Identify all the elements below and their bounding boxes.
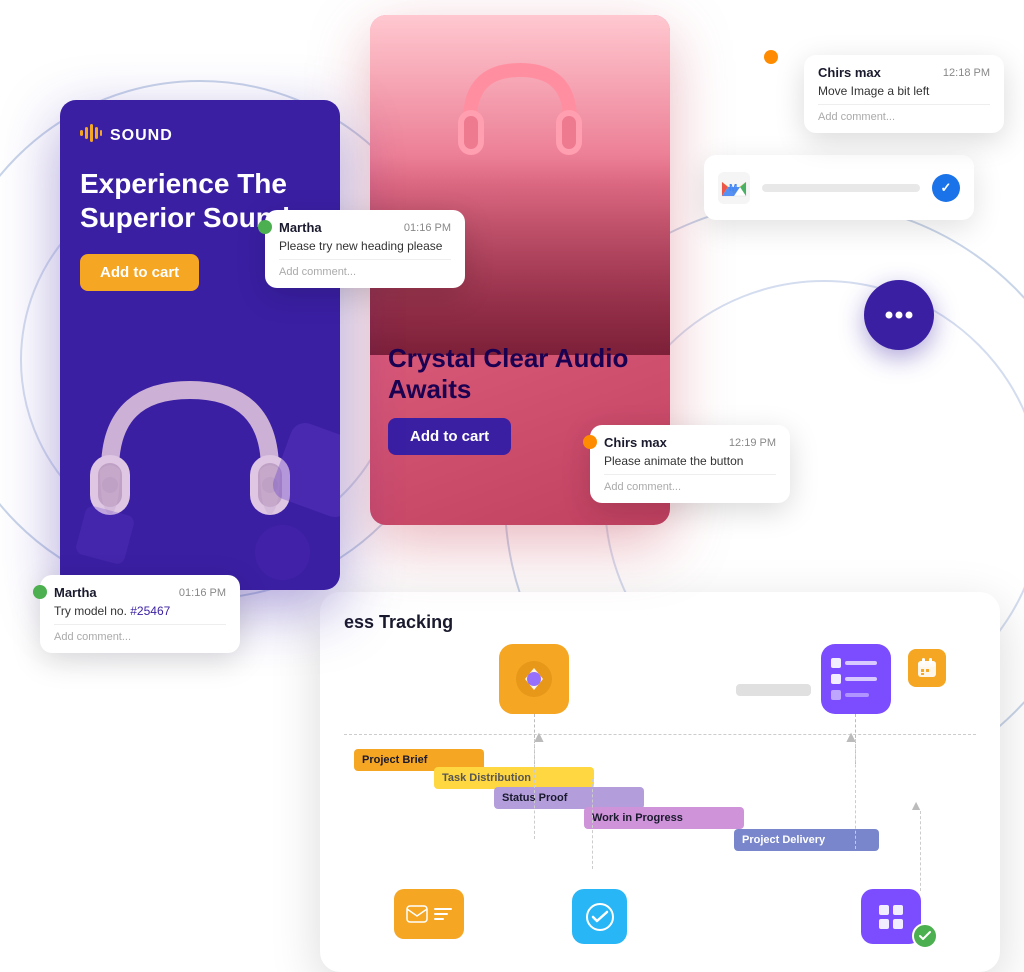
comment-text: Try model no. #25467	[54, 604, 226, 618]
left-card-shape2	[255, 525, 310, 580]
gantt-dashed-v3	[592, 779, 593, 869]
gray-bar	[736, 684, 811, 696]
timeline-container: ▲ ▲ ▲ ▲ Project Brief Task Distribution …	[344, 649, 976, 949]
center-card-person-area	[370, 15, 670, 355]
center-add-to-cart-button[interactable]: Add to cart	[388, 418, 511, 455]
gantt-row-work-in-progress: Work in Progress	[584, 807, 744, 829]
gantt-dashed-v4	[920, 811, 921, 891]
gantt-label-2: Task Distribution	[442, 772, 531, 784]
bottom-icon-blue	[572, 889, 627, 944]
gantt-dashed-v2	[855, 739, 856, 849]
comment-martha-left: Martha 01:16 PM Please try new heading p…	[265, 210, 465, 288]
sound-wave-icon	[80, 124, 102, 147]
comment-time: 12:18 PM	[943, 67, 990, 79]
gantt-label-1: Project Brief	[362, 754, 427, 766]
email-widget: M ✓	[704, 155, 974, 220]
comment-time: 01:16 PM	[179, 587, 226, 599]
comment-user: Martha	[54, 585, 97, 600]
gmail-icon: M	[718, 172, 750, 204]
comment-time: 01:16 PM	[404, 222, 451, 234]
timeline-h-line	[344, 734, 976, 735]
center-card-headline: Crystal Clear Audio Awaits	[388, 343, 652, 405]
comment-chirs-top: Chirs max 12:18 PM Move Image a bit left…	[804, 55, 1004, 133]
email-search-bar	[762, 184, 920, 192]
comment-text: Move Image a bit left	[818, 84, 990, 98]
left-add-to-cart-button[interactable]: Add to cart	[80, 254, 199, 291]
svg-text:M: M	[729, 183, 737, 194]
chat-bubble-icon[interactable]	[864, 280, 934, 350]
list-check-2	[831, 674, 841, 684]
green-check-icon	[918, 929, 932, 943]
gantt-row-status-proof: Status Proof	[494, 787, 644, 809]
list-check-3	[831, 690, 841, 700]
model-link[interactable]: #25467	[130, 604, 170, 618]
gantt-dashed-v1	[534, 739, 535, 839]
calendar-icon	[916, 657, 938, 679]
grid-icon	[877, 903, 905, 931]
calendar-icon-box	[908, 649, 946, 687]
left-card-logo-text: SOUND	[110, 127, 173, 145]
check-circle-icon	[585, 902, 615, 932]
icon-box-purple-list	[821, 644, 891, 714]
gantt-row-task-distribution: Task Distribution	[434, 767, 594, 789]
list-item-3	[831, 690, 869, 700]
chirs-top-dot	[764, 50, 778, 64]
martha-bottom-dot	[33, 585, 47, 599]
gantt-label-4: Work in Progress	[592, 812, 683, 824]
comment-user: Martha	[279, 220, 322, 235]
gantt-label-5: Project Delivery	[742, 834, 825, 846]
chirs-bottom-dot	[583, 435, 597, 449]
comment-chirs-bottom: Chirs max 12:19 PM Please animate the bu…	[590, 425, 790, 503]
icon-box-orange	[499, 644, 569, 714]
chat-dots-icon	[881, 300, 917, 330]
progress-tracking-card: ess Tracking	[320, 592, 1000, 972]
list-line-3	[845, 693, 869, 697]
green-check-badge	[912, 923, 938, 949]
martha-left-dot	[258, 220, 272, 234]
left-product-card: SOUND Experience The Superior Sound Add …	[60, 100, 340, 590]
email-check-button[interactable]: ✓	[932, 174, 960, 202]
arrow-up-2: ▲	[843, 729, 859, 747]
list-item-2	[831, 674, 877, 684]
comment-text: Please animate the button	[604, 454, 776, 468]
lines-icon	[434, 908, 452, 920]
left-card-logo: SOUND	[80, 124, 320, 147]
comment-text: Please try new heading please	[279, 239, 451, 253]
gantt-row-project-delivery: Project Delivery	[734, 829, 879, 851]
diamond-icon	[515, 660, 553, 698]
list-check-1	[831, 658, 841, 668]
comment-add-input[interactable]: Add comment...	[54, 624, 226, 643]
comment-martha-bottom: Martha 01:16 PM Try model no. #25467 Add…	[40, 575, 240, 653]
comment-user: Chirs max	[818, 65, 881, 80]
comment-add-input[interactable]: Add comment...	[604, 474, 776, 493]
list-item-1	[831, 658, 877, 668]
list-line-2	[845, 677, 877, 681]
check-icon: ✓	[941, 180, 952, 196]
comment-add-input[interactable]: Add comment...	[279, 259, 451, 278]
list-line-1	[845, 661, 877, 665]
comment-add-input[interactable]: Add comment...	[818, 104, 990, 123]
envelope-icon	[406, 905, 428, 923]
comment-user: Chirs max	[604, 435, 667, 450]
progress-title: ess Tracking	[344, 612, 453, 633]
comment-time: 12:19 PM	[729, 437, 776, 449]
bottom-icon-orange	[394, 889, 464, 939]
